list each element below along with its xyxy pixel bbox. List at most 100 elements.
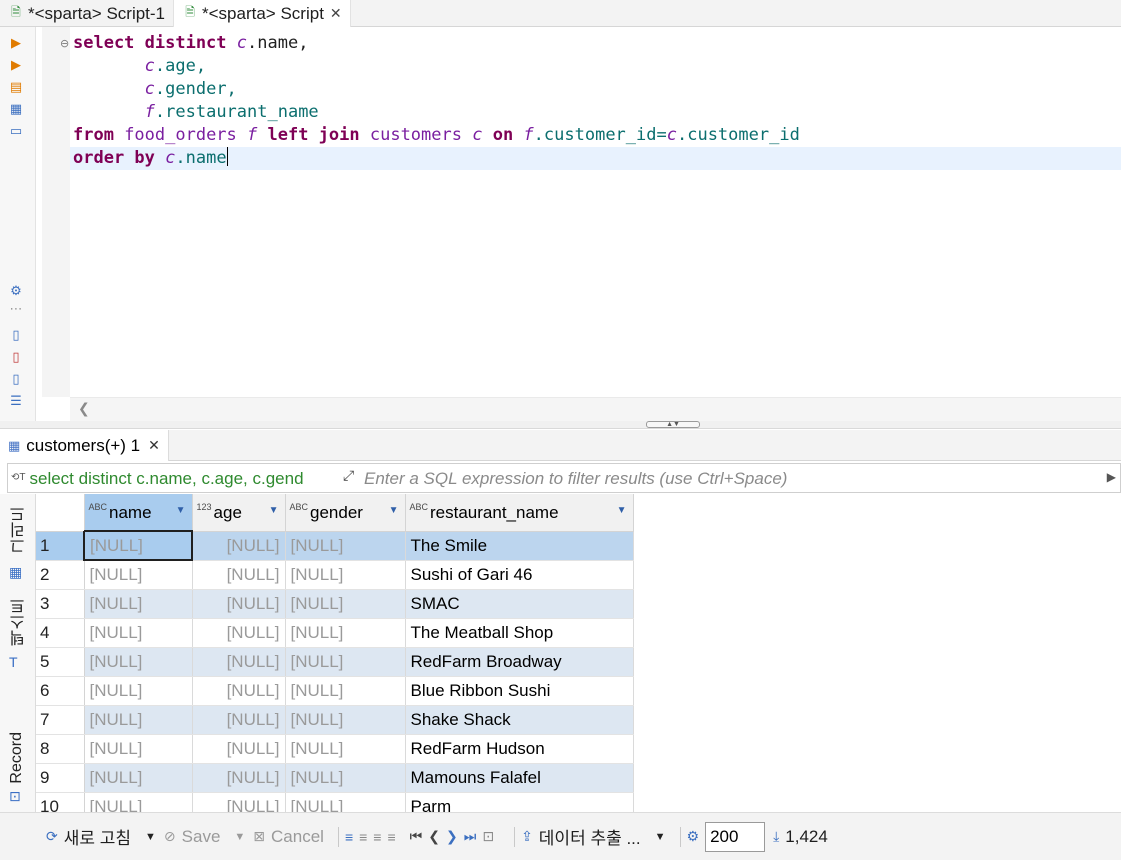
- chevron-down-icon[interactable]: ▼: [145, 831, 156, 843]
- cell-name[interactable]: [NULL]: [83, 530, 193, 561]
- fold-icon[interactable]: ⊖: [60, 37, 69, 50]
- row-number[interactable]: 2: [36, 560, 85, 590]
- row-number[interactable]: 4: [36, 618, 85, 648]
- cell-restaurant-name[interactable]: Mamouns Falafel: [405, 763, 634, 793]
- cell-name[interactable]: [NULL]: [84, 676, 193, 706]
- cell-name[interactable]: [NULL]: [84, 647, 193, 677]
- cancel-button[interactable]: ⊠ Cancel: [253, 827, 324, 847]
- cell-age[interactable]: [NULL]: [192, 676, 286, 706]
- cell-gender[interactable]: [NULL]: [285, 676, 406, 706]
- row-number[interactable]: 3: [36, 589, 85, 619]
- tab-script-1[interactable]: 🗎 *<sparta> Script-1: [0, 0, 175, 27]
- column-header-name[interactable]: ABC name ▼: [84, 494, 193, 532]
- cell-gender[interactable]: [NULL]: [285, 618, 406, 648]
- table-row[interactable]: 3 [NULL] [NULL] [NULL] SMAC: [36, 589, 634, 619]
- table-row[interactable]: 7 [NULL] [NULL] [NULL] Shake Shack: [36, 705, 634, 735]
- query-text[interactable]: ⟲T select distinct c.name, c.age, c.gend: [11, 469, 341, 489]
- cell-age[interactable]: [NULL]: [192, 560, 286, 590]
- cell-age[interactable]: [NULL]: [192, 531, 286, 561]
- column-header-restaurant-name[interactable]: ABC restaurant_name ▼: [405, 494, 634, 532]
- save-button[interactable]: ⊘ Save ▼: [164, 827, 245, 847]
- tab-script[interactable]: 🗎 *<sparta> Script ✕: [174, 0, 351, 27]
- refresh-button[interactable]: ⟳ 새로 고침 ▼: [46, 824, 156, 849]
- tab-results[interactable]: ▦ customers(+) 1 ✕: [0, 430, 169, 461]
- grid-icon[interactable]: ▦: [9, 564, 22, 581]
- cell-name[interactable]: [NULL]: [84, 589, 193, 619]
- column-header-gender[interactable]: ABC gender ▼: [285, 494, 406, 532]
- edit-row-icon[interactable]: ≡: [345, 829, 353, 845]
- row-number[interactable]: 5: [36, 647, 85, 677]
- cell-name[interactable]: [NULL]: [84, 763, 193, 793]
- filter-arrow-icon[interactable]: ▼: [176, 505, 186, 516]
- table-row[interactable]: 2 [NULL] [NULL] [NULL] Sushi of Gari 46: [36, 560, 634, 590]
- cell-age[interactable]: [NULL]: [192, 734, 286, 764]
- cell-name[interactable]: [NULL]: [84, 734, 193, 764]
- load-script-icon[interactable]: ▯: [8, 327, 24, 343]
- table-row[interactable]: 4 [NULL] [NULL] [NULL] The Meatball Shop: [36, 618, 634, 648]
- cell-name[interactable]: [NULL]: [84, 705, 193, 735]
- copy-row-icon[interactable]: ≡: [373, 829, 381, 845]
- cell-gender[interactable]: [NULL]: [285, 705, 406, 735]
- cell-gender[interactable]: [NULL]: [285, 560, 406, 590]
- horizontal-scrollbar[interactable]: ❮: [70, 397, 1121, 421]
- chevron-left-icon[interactable]: ❮: [78, 400, 90, 417]
- more-icon[interactable]: ⋯: [8, 301, 24, 317]
- splitter-grip[interactable]: ▲▼: [646, 421, 700, 428]
- expand-icon[interactable]: ⤢: [343, 467, 354, 484]
- cell-gender[interactable]: [NULL]: [285, 763, 406, 793]
- cell-name[interactable]: [NULL]: [84, 792, 193, 812]
- previous-page-icon[interactable]: ❮: [428, 828, 440, 845]
- delete-row-icon[interactable]: ≡: [387, 829, 395, 845]
- cell-age[interactable]: [NULL]: [192, 589, 286, 619]
- filter-arrow-icon[interactable]: ▼: [269, 505, 279, 516]
- execute-new-tab-icon[interactable]: ▶: [8, 57, 24, 73]
- gear-icon[interactable]: ⚙: [687, 828, 700, 845]
- explain-plan-icon[interactable]: ▦: [8, 101, 24, 117]
- console-icon[interactable]: ▭: [8, 123, 24, 139]
- table-row[interactable]: 9 [NULL] [NULL] [NULL] Mamouns Falafel: [36, 763, 634, 793]
- corner-cell[interactable]: [36, 494, 85, 532]
- cell-restaurant-name[interactable]: The Meatball Shop: [405, 618, 634, 648]
- outline-icon[interactable]: ☰: [8, 393, 24, 409]
- cell-restaurant-name[interactable]: The Smile: [405, 531, 634, 561]
- cell-restaurant-name[interactable]: Parm: [405, 792, 634, 812]
- cell-restaurant-name[interactable]: RedFarm Broadway: [405, 647, 634, 677]
- close-icon[interactable]: ✕: [148, 437, 160, 454]
- table-row[interactable]: 10 [NULL] [NULL] [NULL] Parm: [36, 792, 634, 812]
- add-row-icon[interactable]: ≡: [359, 829, 367, 845]
- execute-script-icon[interactable]: ▤: [8, 79, 24, 95]
- row-number[interactable]: 10: [36, 792, 85, 812]
- results-grid[interactable]: ABC name ▼ 123 age ▼ ABC gender ▼ ABC restauran…: [36, 494, 1121, 812]
- cell-age[interactable]: [NULL]: [192, 705, 286, 735]
- row-number[interactable]: 8: [36, 734, 85, 764]
- chevron-down-icon[interactable]: ▼: [234, 831, 245, 843]
- row-count-icon[interactable]: ⤓: [773, 828, 779, 845]
- cell-gender[interactable]: [NULL]: [285, 734, 406, 764]
- apply-filter-icon[interactable]: ▶: [1107, 470, 1116, 484]
- table-row[interactable]: 8 [NULL] [NULL] [NULL] RedFarm Hudson: [36, 734, 634, 764]
- cell-age[interactable]: [NULL]: [192, 763, 286, 793]
- cell-name[interactable]: [NULL]: [84, 618, 193, 648]
- column-header-age[interactable]: 123 age ▼: [192, 494, 286, 532]
- tab-grid-view[interactable]: 그리드: [8, 506, 32, 554]
- execute-icon[interactable]: ▶: [8, 35, 24, 51]
- last-page-icon[interactable]: ⏭: [464, 828, 477, 845]
- cell-gender[interactable]: [NULL]: [285, 647, 406, 677]
- cell-gender[interactable]: [NULL]: [285, 589, 406, 619]
- text-icon[interactable]: T: [9, 654, 18, 670]
- chevron-down-icon[interactable]: ▼: [655, 831, 666, 843]
- first-page-icon[interactable]: ⏮: [410, 828, 423, 845]
- gear-icon[interactable]: ⚙: [8, 283, 24, 299]
- filter-input[interactable]: [364, 468, 1094, 490]
- save-script-icon[interactable]: ▯: [8, 349, 24, 365]
- close-icon[interactable]: ✕: [330, 5, 342, 22]
- row-number[interactable]: 7: [36, 705, 85, 735]
- filter-arrow-icon[interactable]: ▼: [389, 505, 399, 516]
- cell-age[interactable]: [NULL]: [192, 792, 286, 812]
- row-number[interactable]: 6: [36, 676, 85, 706]
- table-row[interactable]: 1 [NULL] [NULL] [NULL] The Smile: [36, 530, 634, 561]
- cell-restaurant-name[interactable]: Blue Ribbon Sushi: [405, 676, 634, 706]
- export-data-button[interactable]: ⇪ 데이터 추출 ... ▼: [521, 824, 665, 849]
- filter-arrow-icon[interactable]: ▼: [617, 505, 627, 516]
- cell-restaurant-name[interactable]: Sushi of Gari 46: [405, 560, 634, 590]
